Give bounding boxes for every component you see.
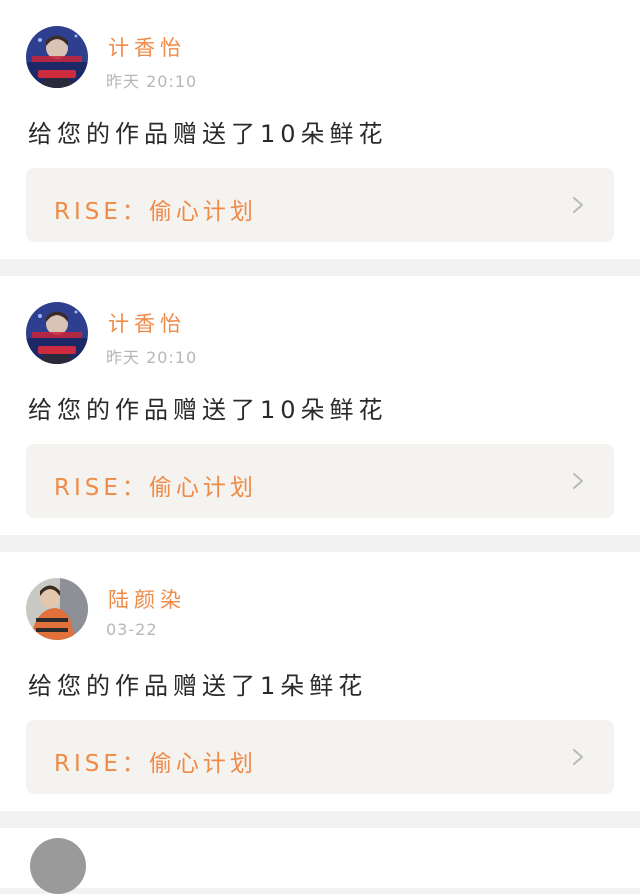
- gift-message: 给您的作品赠送了10朵鲜花: [28, 120, 388, 148]
- user-name[interactable]: 陆颜染: [108, 584, 186, 614]
- avatar[interactable]: [26, 302, 88, 364]
- work-title: RISE：偷心计划: [54, 199, 257, 225]
- chevron-right-icon: [573, 473, 583, 489]
- work-link[interactable]: RISE：偷心计划: [26, 720, 614, 794]
- gift-notification-feed: 计香怡 昨天 20:10 给您的作品赠送了10朵鲜花 RISE：偷心计划 计香怡…: [0, 0, 640, 894]
- timestamp: 昨天 20:10: [106, 348, 198, 367]
- timestamp: 03-22: [106, 620, 158, 639]
- gift-notification-card: 陆颜染 03-22 给您的作品赠送了1朵鲜花 RISE：偷心计划: [0, 552, 640, 811]
- work-link[interactable]: RISE：偷心计划: [26, 444, 614, 518]
- chevron-right-icon: [573, 197, 583, 213]
- work-title: RISE：偷心计划: [54, 751, 257, 777]
- avatar[interactable]: [26, 26, 88, 88]
- gift-notification-card: 计香怡 昨天 20:10 给您的作品赠送了10朵鲜花 RISE：偷心计划: [0, 0, 640, 259]
- gift-message: 给您的作品赠送了10朵鲜花: [28, 396, 388, 424]
- user-name[interactable]: 计香怡: [108, 308, 186, 338]
- work-title: RISE：偷心计划: [54, 475, 257, 501]
- gift-notification-card: 计香怡 昨天 20:10 给您的作品赠送了10朵鲜花 RISE：偷心计划: [0, 276, 640, 535]
- work-link[interactable]: RISE：偷心计划: [26, 168, 614, 242]
- gift-message: 给您的作品赠送了1朵鲜花: [28, 672, 368, 700]
- timestamp: 昨天 20:10: [106, 72, 198, 91]
- gift-notification-card: [0, 828, 640, 894]
- avatar[interactable]: [30, 838, 86, 894]
- avatar[interactable]: [26, 578, 88, 640]
- chevron-right-icon: [573, 749, 583, 765]
- user-name[interactable]: 计香怡: [108, 32, 186, 62]
